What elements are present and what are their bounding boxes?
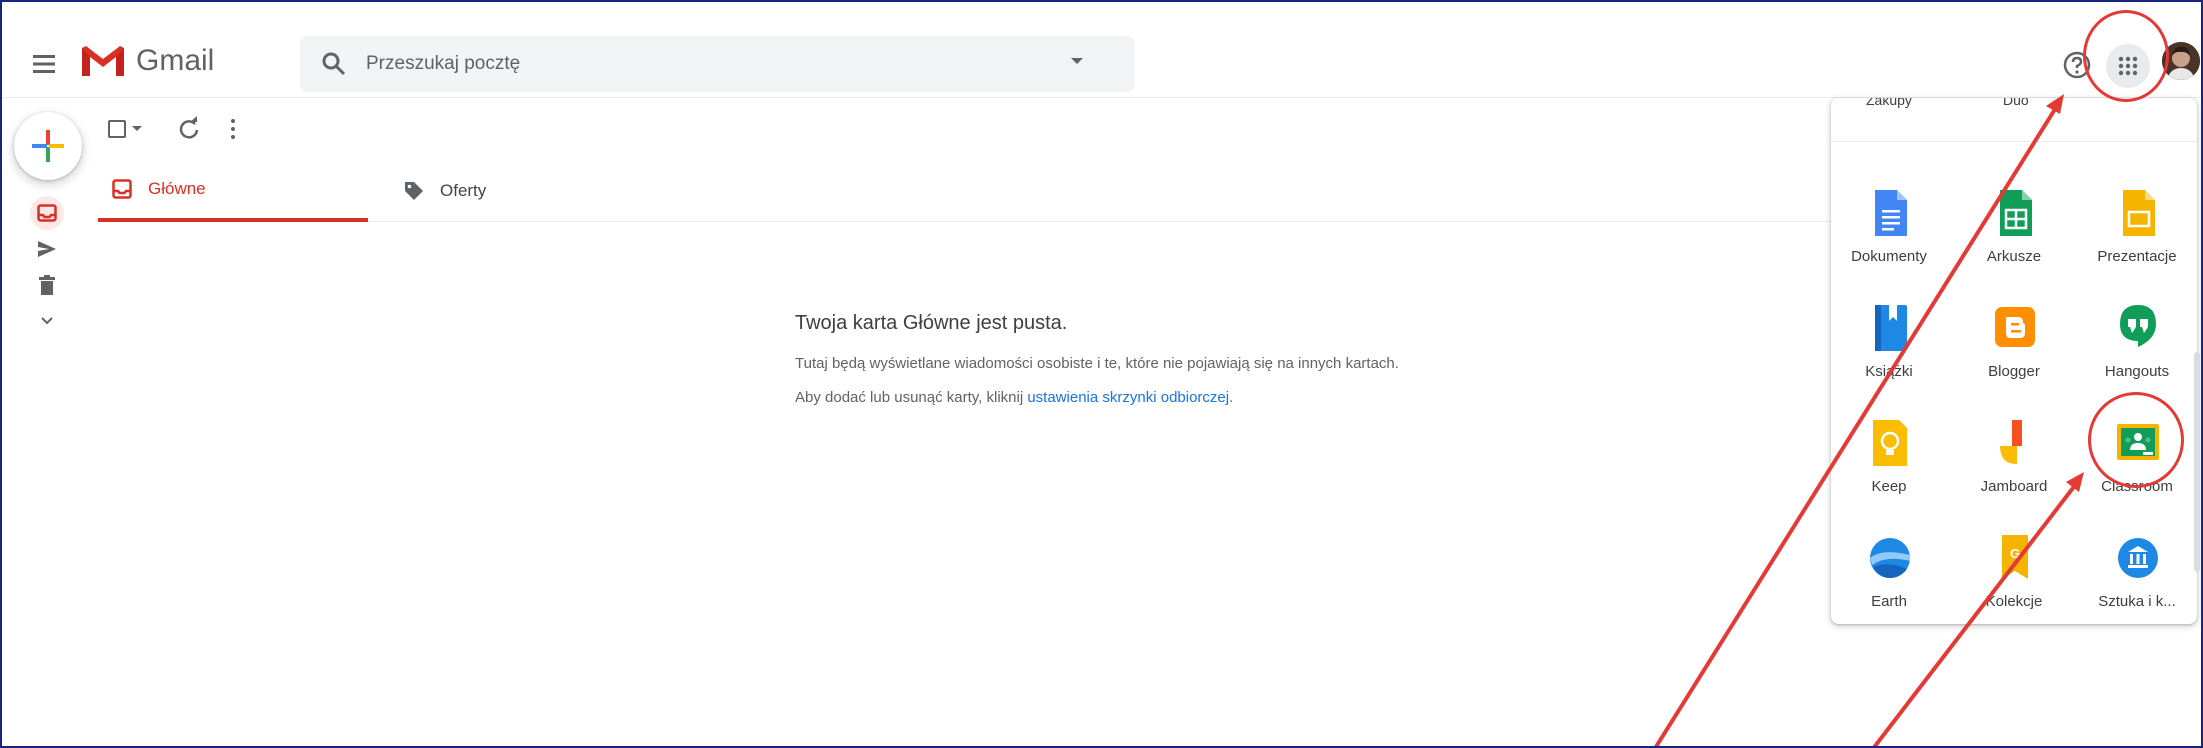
tab-promotions-label: Oferty [440, 181, 487, 200]
apps-panel-scrollbar[interactable] [2194, 352, 2200, 572]
app-name: Gmail [136, 44, 215, 77]
gmail-logo[interactable]: Gmail [80, 44, 214, 78]
rail-more[interactable] [32, 306, 62, 336]
search-options-dropdown-icon[interactable] [1070, 56, 1084, 66]
trash-icon [39, 275, 55, 295]
app-label: Sztuka i k... [2098, 593, 2176, 610]
compose-plus-icon [32, 130, 64, 162]
gmail-m-icon [82, 46, 124, 76]
keep-icon [1873, 420, 1907, 466]
inbox-icon [37, 204, 57, 222]
app-label: Hangouts [2104, 363, 2170, 380]
compose-button[interactable] [14, 112, 82, 180]
app-books[interactable]: Książki [1834, 293, 1944, 401]
refresh-icon[interactable] [176, 116, 202, 142]
empty-hint-suffix: . [1229, 389, 1234, 406]
inbox-tabs: Główne Oferty [98, 160, 1838, 222]
app-label: Arkusze [1986, 248, 2042, 265]
app-label: Earth [1871, 593, 1907, 610]
app-label-partial[interactable]: Duo [2003, 98, 2029, 108]
inbox-icon [112, 179, 132, 199]
send-icon [38, 241, 56, 257]
app-label-partial[interactable]: Zakupy [1866, 98, 1912, 108]
app-label: Blogger [1988, 363, 2040, 380]
empty-hint: Aby dodać lub usunąć karty, kliknij usta… [795, 387, 1415, 409]
more-vertical-icon[interactable] [228, 116, 238, 142]
top-bar: Gmail [2, 2, 2201, 98]
main-menu-button[interactable] [28, 46, 64, 82]
search-bar[interactable] [300, 36, 1135, 92]
annotation-circle-classroom [2088, 392, 2184, 488]
select-options-caret[interactable] [132, 126, 142, 131]
arts-culture-icon [2118, 538, 2158, 578]
app-sheets[interactable]: Arkusze [1959, 178, 2069, 286]
collections-icon: G [2002, 535, 2028, 579]
gmail-window: Gmail Przeszukaj pocztę Główne Oferty Tw… [0, 0, 2203, 748]
app-docs[interactable]: Dokumenty [1834, 178, 1944, 286]
app-slides[interactable]: Prezentacje [2082, 178, 2192, 286]
hamburger-menu-icon [33, 55, 55, 73]
select-all-checkbox[interactable] [108, 120, 126, 138]
google-apps-panel: Zakupy Duo Dokumenty Arkusze Prezentacje… [1831, 98, 2197, 624]
slides-icon [2123, 190, 2155, 236]
blogger-icon [1995, 307, 2035, 347]
apps-panel-partial-row: Zakupy Duo [1831, 98, 2197, 142]
app-arts-culture[interactable]: Sztuka i k... [2082, 523, 2192, 624]
svg-text:G: G [2010, 546, 2020, 561]
app-collections[interactable]: G Kolekcje [1959, 523, 2069, 624]
inbox-settings-link[interactable]: ustawienia skrzynki odbiorczej [1027, 389, 1229, 406]
app-earth[interactable]: Earth [1834, 523, 1944, 624]
app-hangouts[interactable]: Hangouts [2082, 293, 2192, 401]
mail-toolbar [98, 112, 1798, 152]
empty-description: Tutaj będą wyświetlane wiadomości osobis… [795, 355, 1399, 372]
sheets-icon [2000, 190, 2032, 236]
app-label: Książki [1865, 363, 1913, 380]
empty-title: Twoja karta Główne jest pusta. [795, 312, 1068, 334]
tab-promotions[interactable]: Oferty [398, 160, 658, 222]
app-jamboard[interactable]: Jamboard [1959, 408, 2069, 516]
chevron-down-icon [41, 317, 53, 325]
app-label: Keep [1871, 478, 1907, 495]
rail-sent[interactable] [32, 234, 62, 264]
rail-inbox[interactable] [30, 196, 64, 230]
app-label: Jamboard [1980, 478, 2048, 495]
app-label: Kolekcje [1985, 593, 2043, 610]
tab-primary-label: Główne [148, 179, 206, 198]
app-keep[interactable]: Keep [1834, 408, 1944, 516]
empty-hint-prefix: Aby dodać lub usunąć karty, kliknij [795, 389, 1028, 406]
annotation-circle-apps [2083, 10, 2169, 102]
search-icon[interactable] [320, 50, 348, 78]
rail-trash[interactable] [32, 270, 62, 300]
app-label: Prezentacje [2097, 248, 2177, 265]
earth-icon [1870, 538, 1910, 578]
books-icon [1875, 305, 1907, 351]
hangouts-icon [2120, 305, 2156, 347]
empty-inbox-message: Twoja karta Główne jest pusta. Tutaj będ… [795, 312, 1415, 421]
docs-icon [1875, 190, 1907, 236]
jamboard-icon [2000, 420, 2022, 464]
app-label: Dokumenty [1851, 248, 1927, 265]
tab-primary[interactable]: Główne [98, 160, 368, 222]
tag-icon [404, 181, 424, 201]
app-blogger[interactable]: Blogger [1959, 293, 2069, 401]
search-input[interactable] [366, 48, 966, 80]
